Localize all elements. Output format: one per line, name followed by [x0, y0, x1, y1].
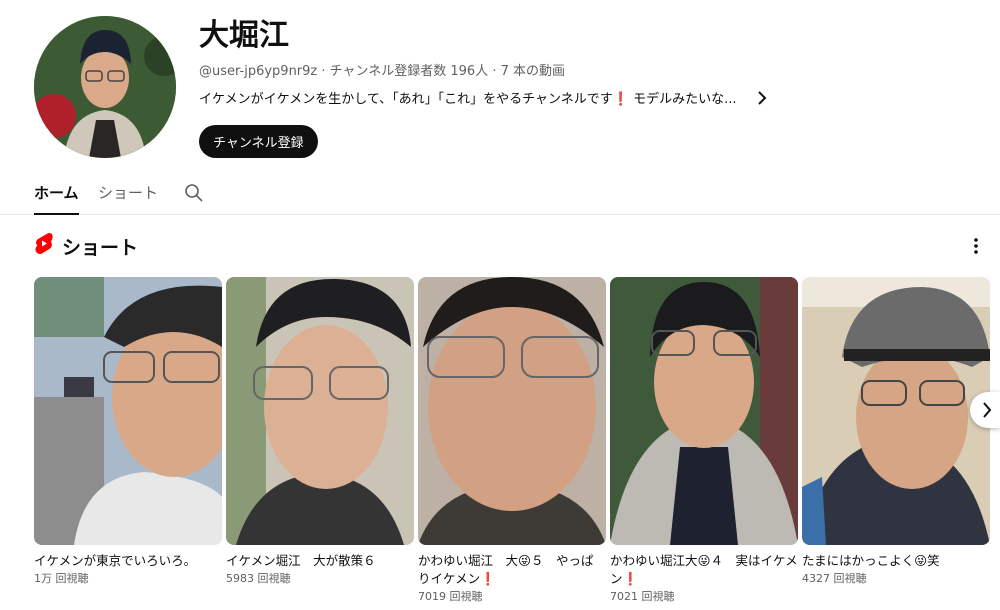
short-thumbnail[interactable] — [418, 277, 606, 545]
short-thumbnail[interactable] — [610, 277, 798, 545]
section-title: ショート — [62, 236, 139, 259]
short-views: 7021 回視聴 — [610, 590, 675, 603]
channel-avatar[interactable] — [34, 16, 176, 158]
shorts-section-header: ショート — [34, 232, 138, 260]
carousel-next-button[interactable] — [970, 392, 1000, 428]
channel-description-text: イケメンがイケメンを生かして、「あれ」「これ」をやるチャンネルです❗ モデルみた… — [199, 92, 737, 107]
tab-home[interactable]: ホーム — [34, 182, 79, 215]
tab-home-label: ホーム — [34, 184, 79, 202]
short-thumbnail[interactable] — [226, 277, 414, 545]
tab-shorts-label: ショート — [98, 184, 159, 202]
short-thumbnail[interactable] — [34, 277, 222, 545]
short-title[interactable]: イケメンが東京でいろいろ。 — [34, 552, 222, 570]
channel-tabs: ホーム ショート — [0, 172, 1000, 215]
short-title[interactable]: たまにはかっこよく😜笑 — [802, 552, 990, 570]
short-card[interactable]: イケメン堀江 大が散策６ 5983 回視聴 — [226, 277, 414, 587]
short-title[interactable]: かわゆい堀江大😜４ 実はイケメン❗ — [610, 552, 798, 588]
short-card[interactable]: イケメンが東京でいろいろ。 1万 回視聴 — [34, 277, 222, 587]
tab-active-underline — [34, 213, 79, 215]
channel-name: 大堀江 — [199, 18, 289, 53]
short-thumbnail[interactable] — [802, 277, 990, 545]
subscribe-button[interactable]: チャンネル登録 — [199, 125, 318, 158]
channel-description[interactable]: イケメンがイケメンを生かして、「あれ」「これ」をやるチャンネルです❗ モデルみた… — [199, 90, 767, 110]
tab-shorts[interactable]: ショート — [98, 182, 158, 204]
short-title[interactable]: イケメン堀江 大が散策６ — [226, 552, 414, 570]
short-views: 7019 回視聴 — [418, 590, 483, 603]
short-views: 1万 回視聴 — [34, 572, 89, 585]
short-card[interactable]: たまにはかっこよく😜笑 4327 回視聴 — [802, 277, 990, 587]
short-views: 4327 回視聴 — [802, 572, 867, 585]
short-card[interactable]: かわゆい堀江 大😜５ やっぱりイケメン❗ 7019 回視聴 — [418, 277, 606, 605]
search-icon[interactable] — [184, 183, 204, 203]
short-card[interactable]: かわゆい堀江大😜４ 実はイケメン❗ 7021 回視聴 — [610, 277, 798, 605]
short-title[interactable]: かわゆい堀江 大😜５ やっぱりイケメン❗ — [418, 552, 606, 588]
chevron-right-icon[interactable] — [757, 90, 767, 110]
youtube-shorts-icon — [34, 232, 54, 260]
short-views: 5983 回視聴 — [226, 572, 291, 585]
channel-meta: @user-jp6yp9nr9z · チャンネル登録者数 196人 · 7 本の… — [199, 64, 565, 79]
more-vert-icon[interactable] — [966, 234, 986, 258]
